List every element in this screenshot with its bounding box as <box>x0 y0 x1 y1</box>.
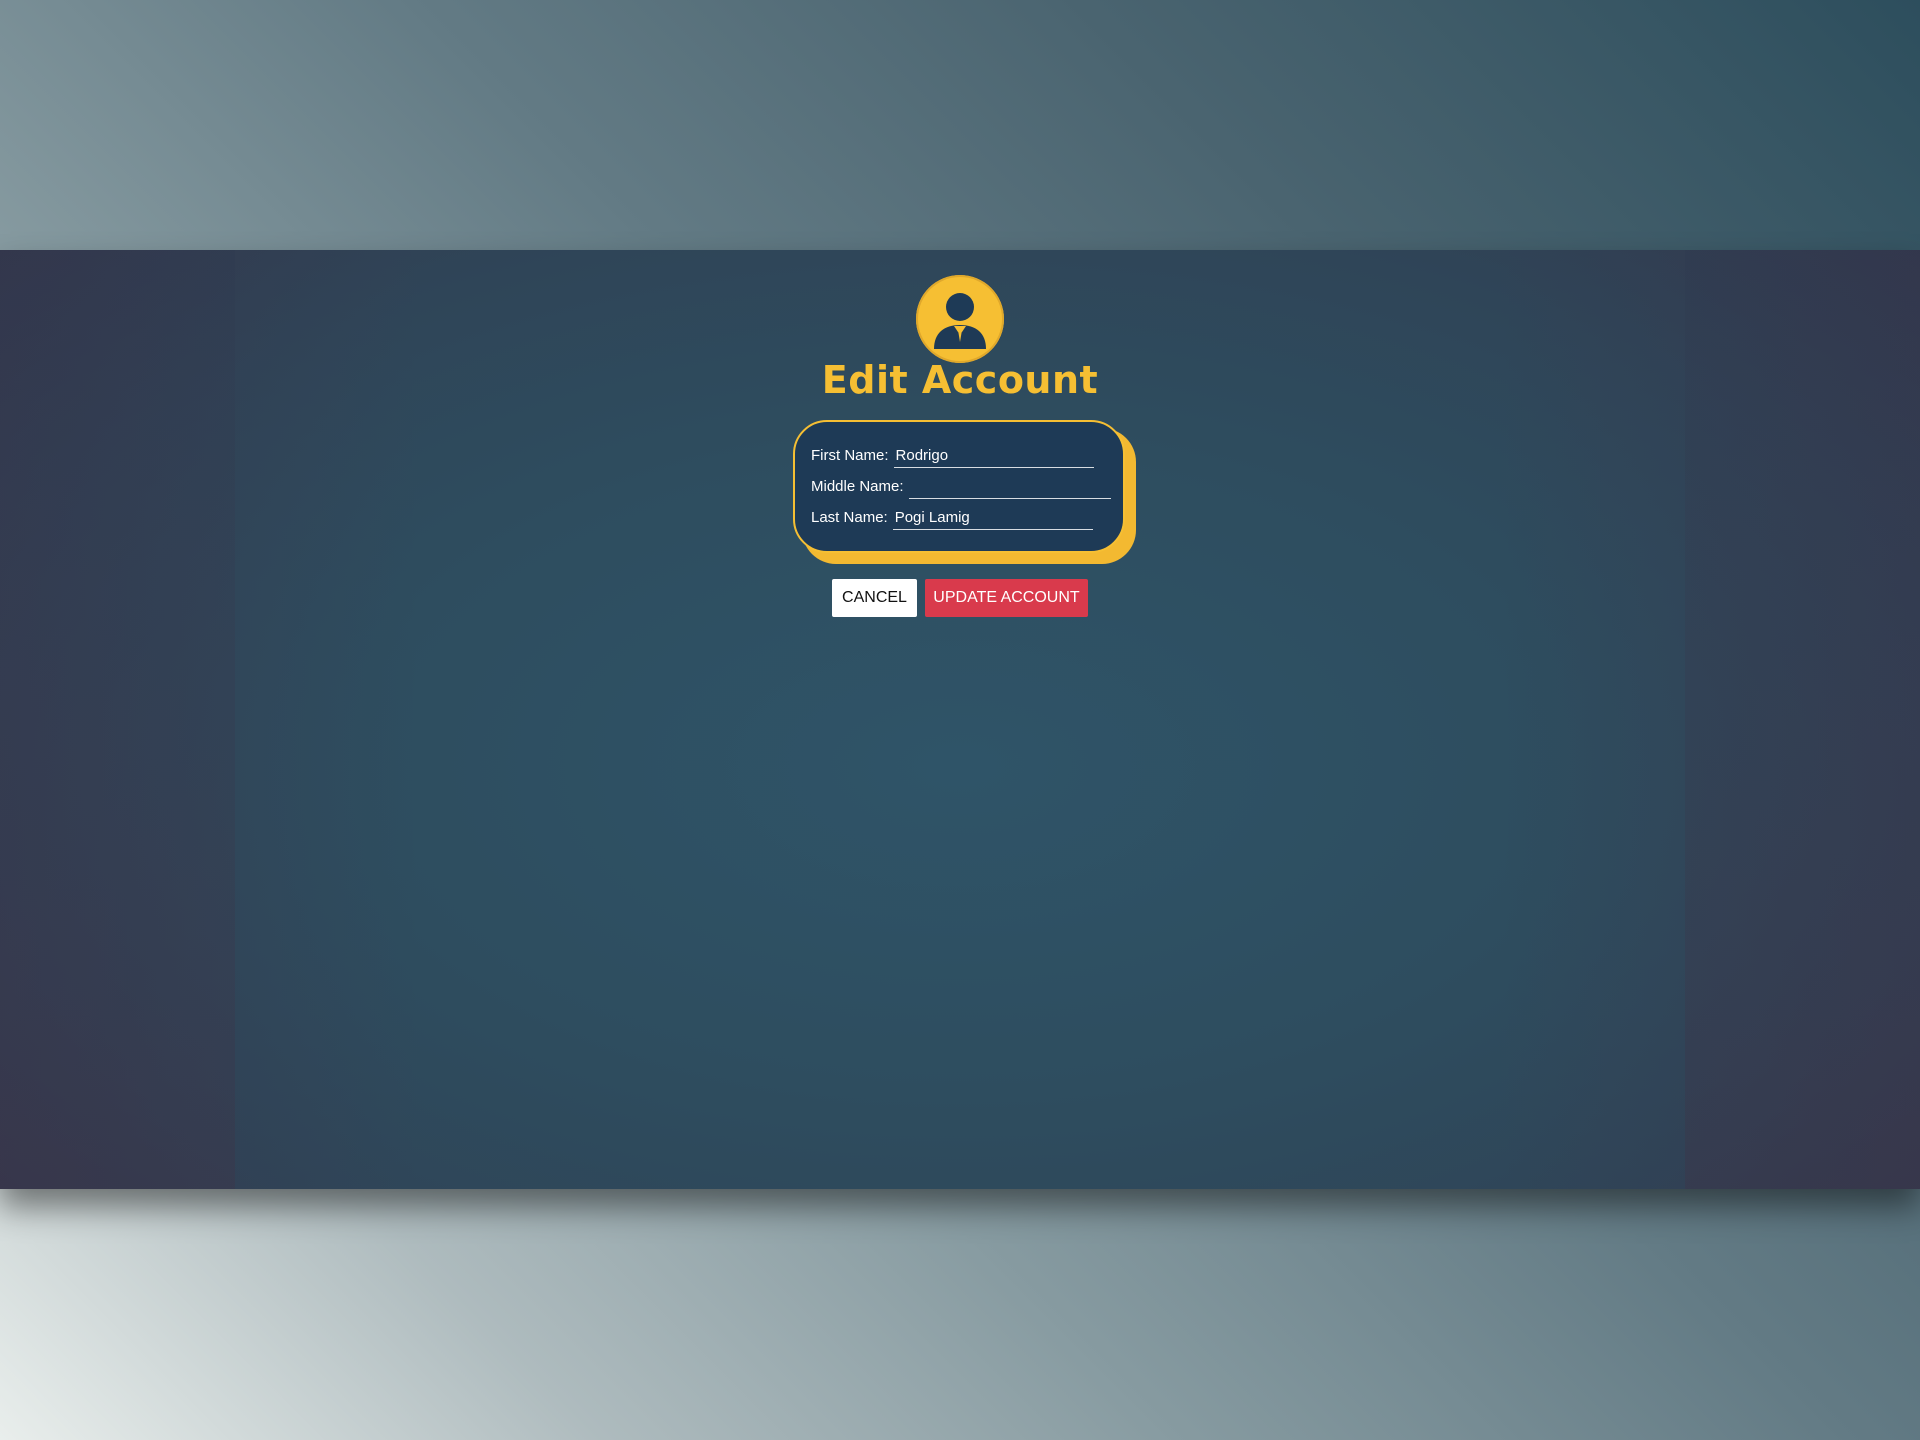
left-side-panel <box>0 250 235 1189</box>
first-name-label: First Name: <box>811 447 889 464</box>
page-title: Edit Account <box>821 358 1099 402</box>
right-side-panel <box>1685 250 1920 1189</box>
app-window: Edit Account First Name: Middle Name: La… <box>0 250 1920 1189</box>
middle-name-row: Middle Name: <box>811 473 1111 499</box>
last-name-label: Last Name: <box>811 509 888 526</box>
cancel-button[interactable]: CANCEL <box>832 579 917 617</box>
first-name-row: First Name: <box>811 442 1094 468</box>
middle-name-label: Middle Name: <box>811 478 904 495</box>
last-name-input[interactable] <box>892 505 1093 530</box>
middle-name-input[interactable] <box>908 474 1111 499</box>
last-name-row: Last Name: <box>811 504 1093 530</box>
account-form-card: First Name: Middle Name: Last Name: <box>793 420 1125 553</box>
user-avatar-icon <box>916 275 1004 363</box>
update-account-button[interactable]: UPDATE ACCOUNT <box>925 579 1088 617</box>
first-name-input[interactable] <box>893 443 1094 468</box>
